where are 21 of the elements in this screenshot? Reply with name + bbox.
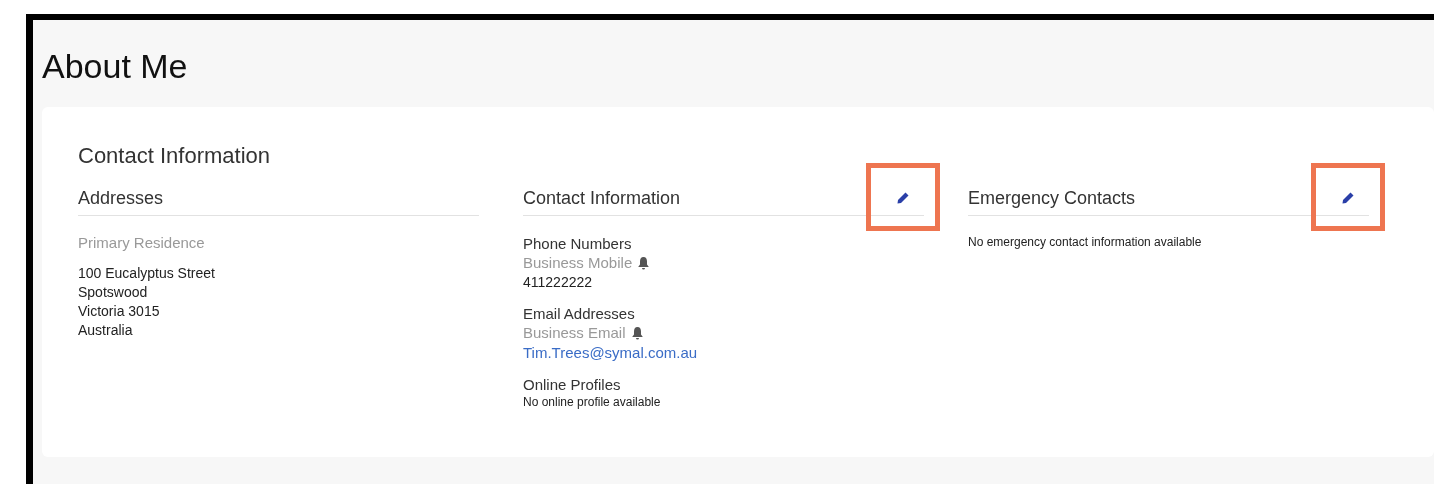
pencil-icon	[1341, 191, 1355, 205]
field-value: 411222222	[523, 273, 593, 292]
field-label: Business Email	[523, 323, 626, 343]
section-heading: Contact Information	[523, 187, 681, 209]
card-title: Contact Information	[78, 143, 270, 169]
section-heading: Emergency Contacts	[968, 187, 1136, 209]
email-link[interactable]: Tim.Trees@symal.com.au	[523, 343, 698, 363]
field-label: Business Mobile	[523, 253, 633, 273]
group-title: Online Profiles	[523, 375, 621, 394]
group-title: Email Addresses	[523, 304, 635, 323]
field-value: Australia	[78, 321, 133, 340]
address-type-label: Primary Residence	[78, 234, 205, 252]
field-value: 100 Eucalyptus Street	[78, 264, 215, 283]
empty-message: No online profile available	[523, 394, 661, 410]
empty-message: No emergency contact information available	[968, 234, 1202, 250]
field-value: Victoria 3015	[78, 302, 160, 321]
page-title: About Me	[42, 46, 188, 87]
group-title: Phone Numbers	[523, 234, 632, 253]
pencil-icon	[896, 191, 910, 205]
field-value: Spotswood	[78, 283, 148, 302]
section-heading: Addresses	[78, 187, 164, 209]
